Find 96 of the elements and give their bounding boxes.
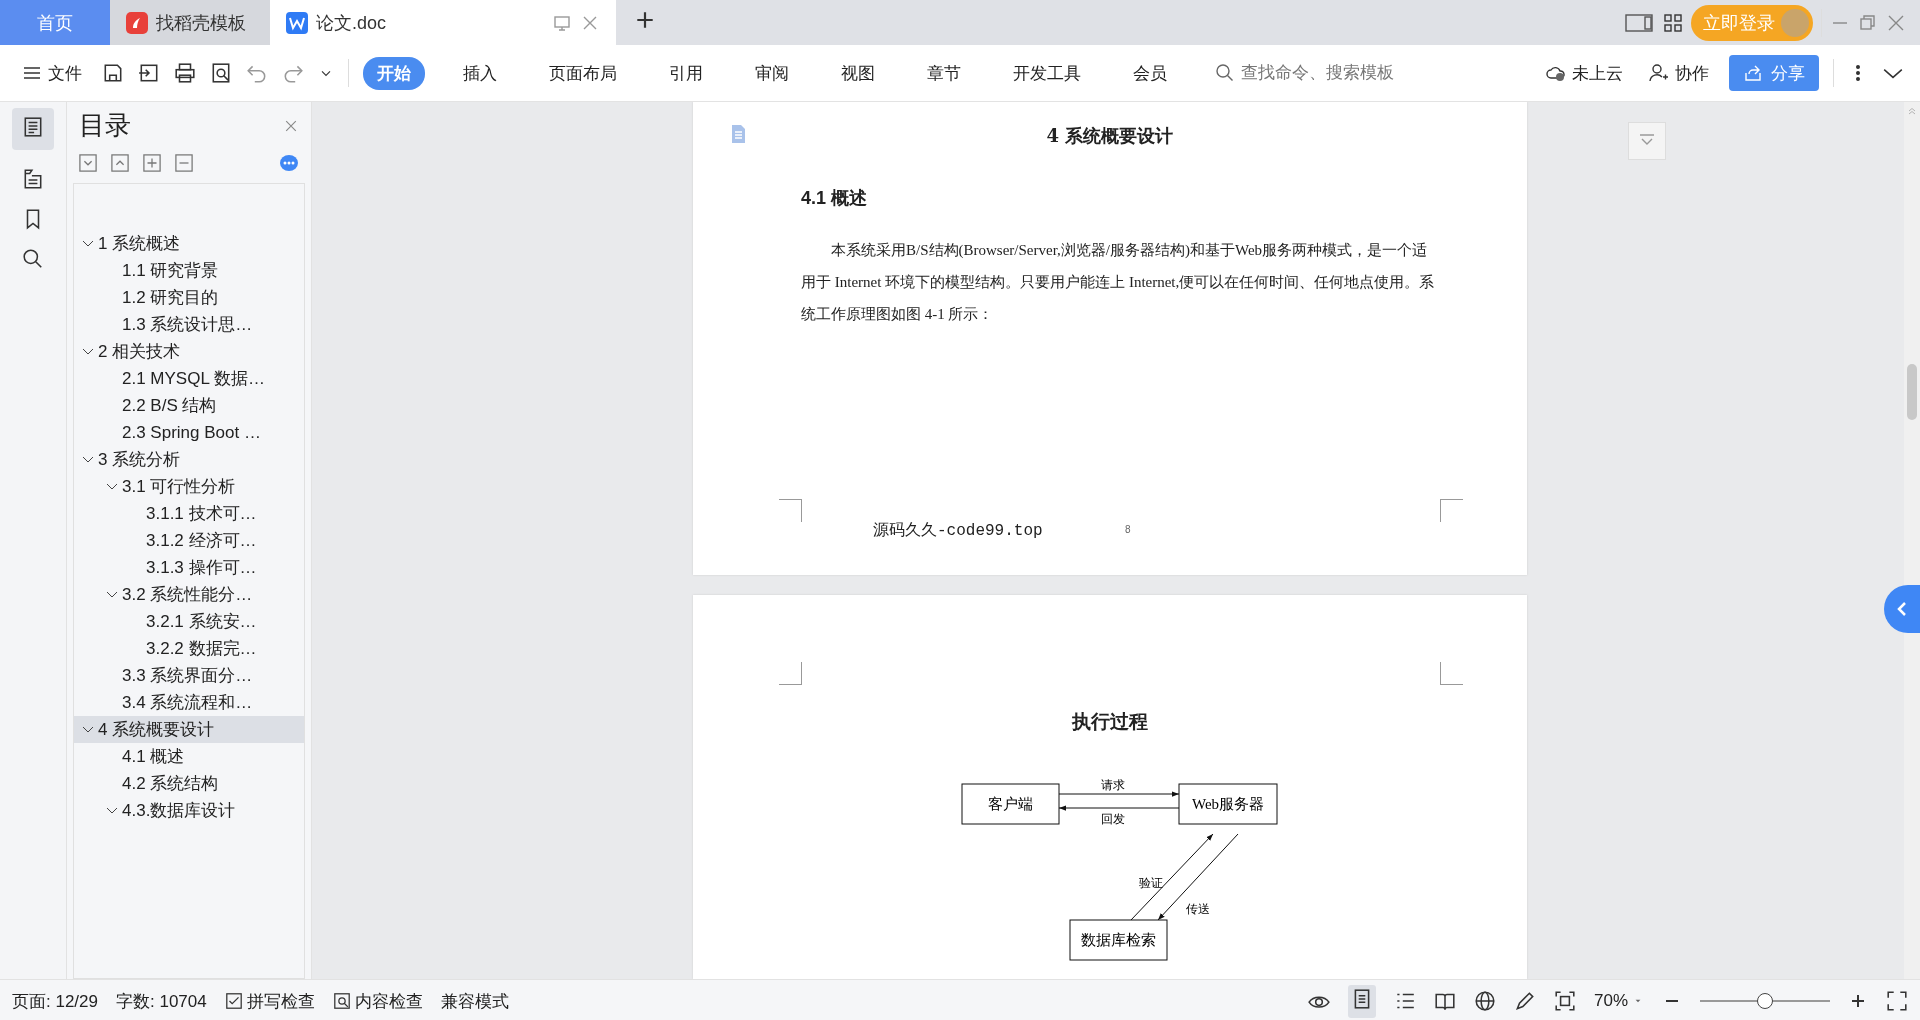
diagram-node: 数据库检索 [1069, 919, 1168, 961]
toc-item[interactable]: 2.1 MYSQL 数据… [74, 365, 304, 392]
layout-icon[interactable] [1625, 11, 1655, 34]
toc-item[interactable]: 2.2 B/S 结构 [74, 392, 304, 419]
fullscreen-icon[interactable] [1886, 990, 1908, 1012]
crop-mark [1440, 499, 1463, 522]
collaborate-button[interactable]: 协作 [1643, 57, 1715, 89]
toc-item[interactable]: 3.4 系统流程和… [74, 689, 304, 716]
ribbon-tab[interactable]: 插入 [449, 56, 511, 90]
ribbon-tab[interactable]: 会员 [1119, 56, 1181, 90]
toc-item[interactable]: 3.1.3 操作可… [74, 554, 304, 581]
toc-item[interactable]: 3.2 系统性能分… [74, 581, 304, 608]
arrow-label: 请求 [1101, 777, 1125, 792]
body-paragraph: 本系统采用B/S结构(Browser/Server,浏览器/服务器结构)和基于Web服务两种模式，是一个适用于 Internet 环境下的模型结构。只要用户能连上 Internet,便可以在任何时间、任何地点使用。系统工作原理图如图 4-1 所示： [801, 241, 1436, 324]
toc-item[interactable]: 1.3 系统设计思… [74, 311, 304, 338]
globe-icon[interactable] [1473, 990, 1496, 1012]
side-panel-toggle[interactable] [1884, 585, 1920, 633]
crop-mark [779, 661, 802, 685]
app-logo-icon [126, 11, 148, 34]
toc-item[interactable]: 3.2.1 系统安… [74, 608, 304, 635]
toc-item[interactable]: 4.3.数据库设计 [74, 797, 304, 824]
crop-mark [779, 499, 802, 522]
toc-item[interactable]: 3.2.2 数据完… [74, 635, 304, 662]
avatar-icon [1781, 8, 1809, 37]
toc-item[interactable]: 1.1 研究背景 [74, 257, 304, 284]
fit-page-icon[interactable] [1553, 990, 1576, 1012]
expand-icon[interactable] [79, 154, 97, 172]
export-icon[interactable] [138, 62, 160, 84]
scrollbar-thumb[interactable] [1907, 364, 1917, 420]
check-icon[interactable] [224, 992, 243, 1010]
content-check-button[interactable]: 内容检查 [332, 989, 423, 1013]
toc-item[interactable]: 3 系统分析 [74, 446, 304, 473]
chapter-heading: 4 系统概要设计 [1046, 124, 1174, 148]
chevron-down-icon[interactable] [82, 455, 94, 464]
chevron-down-icon[interactable] [82, 725, 94, 734]
search-icon[interactable] [22, 248, 44, 270]
cloud-status-button[interactable]: 未上云 [1540, 57, 1629, 89]
spell-check-button[interactable]: 拼写检查 [224, 989, 315, 1013]
page-number: 8 [1125, 524, 1131, 535]
toc-item[interactable]: 2.3 Spring Boot … [74, 419, 304, 446]
toc-item[interactable]: 3.1.1 技术可… [74, 500, 304, 527]
print-icon[interactable] [174, 62, 196, 84]
arrow-label: 传送 [1186, 901, 1210, 916]
compat-mode: 兼容模式 [440, 990, 509, 1013]
add-tab-icon[interactable] [634, 9, 656, 31]
chevron-left-icon[interactable] [1896, 601, 1908, 617]
share-icon[interactable] [1743, 63, 1763, 83]
chevron-down-icon[interactable] [106, 806, 118, 815]
chevron-down-icon[interactable] [106, 590, 118, 599]
diagram-title: 执行过程 [1070, 708, 1149, 734]
toc-item[interactable]: 1.2 研究目的 [74, 284, 304, 311]
slider-thumb[interactable] [1757, 993, 1773, 1009]
toc-item[interactable]: 1 系统概述 [74, 230, 304, 257]
toc-item[interactable]: 2 相关技术 [74, 338, 304, 365]
toc-item[interactable]: 3.1 可行性分析 [74, 473, 304, 500]
tab[interactable]: 论文.doc [270, 0, 616, 45]
toc-item[interactable]: 4.1 概述 [74, 743, 304, 770]
plus-icon[interactable] [143, 154, 161, 172]
toc-item[interactable]: 3.1.2 经济可… [74, 527, 304, 554]
toc-item[interactable]: 4.2 系统结构 [74, 770, 304, 797]
search-icon[interactable] [1215, 63, 1235, 83]
print-preview-icon[interactable] [210, 62, 232, 84]
pen-icon[interactable] [1513, 990, 1536, 1012]
toc-item[interactable]: 4 系统概要设计 [74, 716, 304, 743]
diagram-node: Web服务器 [1178, 783, 1278, 825]
ribbon-tab[interactable]: 审阅 [741, 56, 803, 90]
page-count: 页面: 12/29 [12, 990, 98, 1013]
chevron-down-icon[interactable] [106, 482, 118, 491]
grid-icon[interactable] [1663, 12, 1683, 33]
crop-mark [1440, 661, 1463, 685]
save-icon[interactable] [102, 62, 124, 84]
minus-icon[interactable] [175, 154, 193, 172]
diagram-node: 客户端 [961, 783, 1060, 825]
inspect-icon[interactable] [332, 992, 351, 1010]
add-user-icon[interactable] [1649, 63, 1669, 83]
ribbon-tab[interactable]: 章节 [913, 56, 975, 90]
chevron-down-icon[interactable] [82, 347, 94, 356]
zoom-dropdown[interactable]: 70% [1593, 991, 1644, 1011]
chevron-down-icon[interactable] [82, 239, 94, 248]
tab[interactable]: 找稻壳模板 [110, 0, 270, 45]
arrow-label: 验证 [1139, 875, 1163, 890]
section-heading: 4.1 概述 [801, 187, 869, 210]
page-footer: 源码久久-code99.top [873, 520, 1043, 541]
flag-list-icon[interactable] [22, 168, 44, 190]
word-count: 字数: 10704 [116, 990, 207, 1013]
document-logo-icon [286, 11, 308, 34]
toc-item[interactable]: 3.3 系统界面分… [74, 662, 304, 689]
ribbon-tab[interactable]: 视图 [827, 56, 889, 90]
assistant-icon[interactable] [279, 153, 299, 173]
arrow-label: 回发 [1101, 811, 1125, 826]
ribbon-tab[interactable]: 页面布局 [535, 56, 631, 90]
ribbon-tab[interactable]: 开发工具 [999, 56, 1095, 90]
ribbon-tab[interactable]: 引用 [655, 56, 717, 90]
outline-icon[interactable] [22, 116, 44, 138]
panel-title: 目录 [79, 109, 132, 142]
file-menu[interactable]: 文件 [16, 57, 88, 89]
